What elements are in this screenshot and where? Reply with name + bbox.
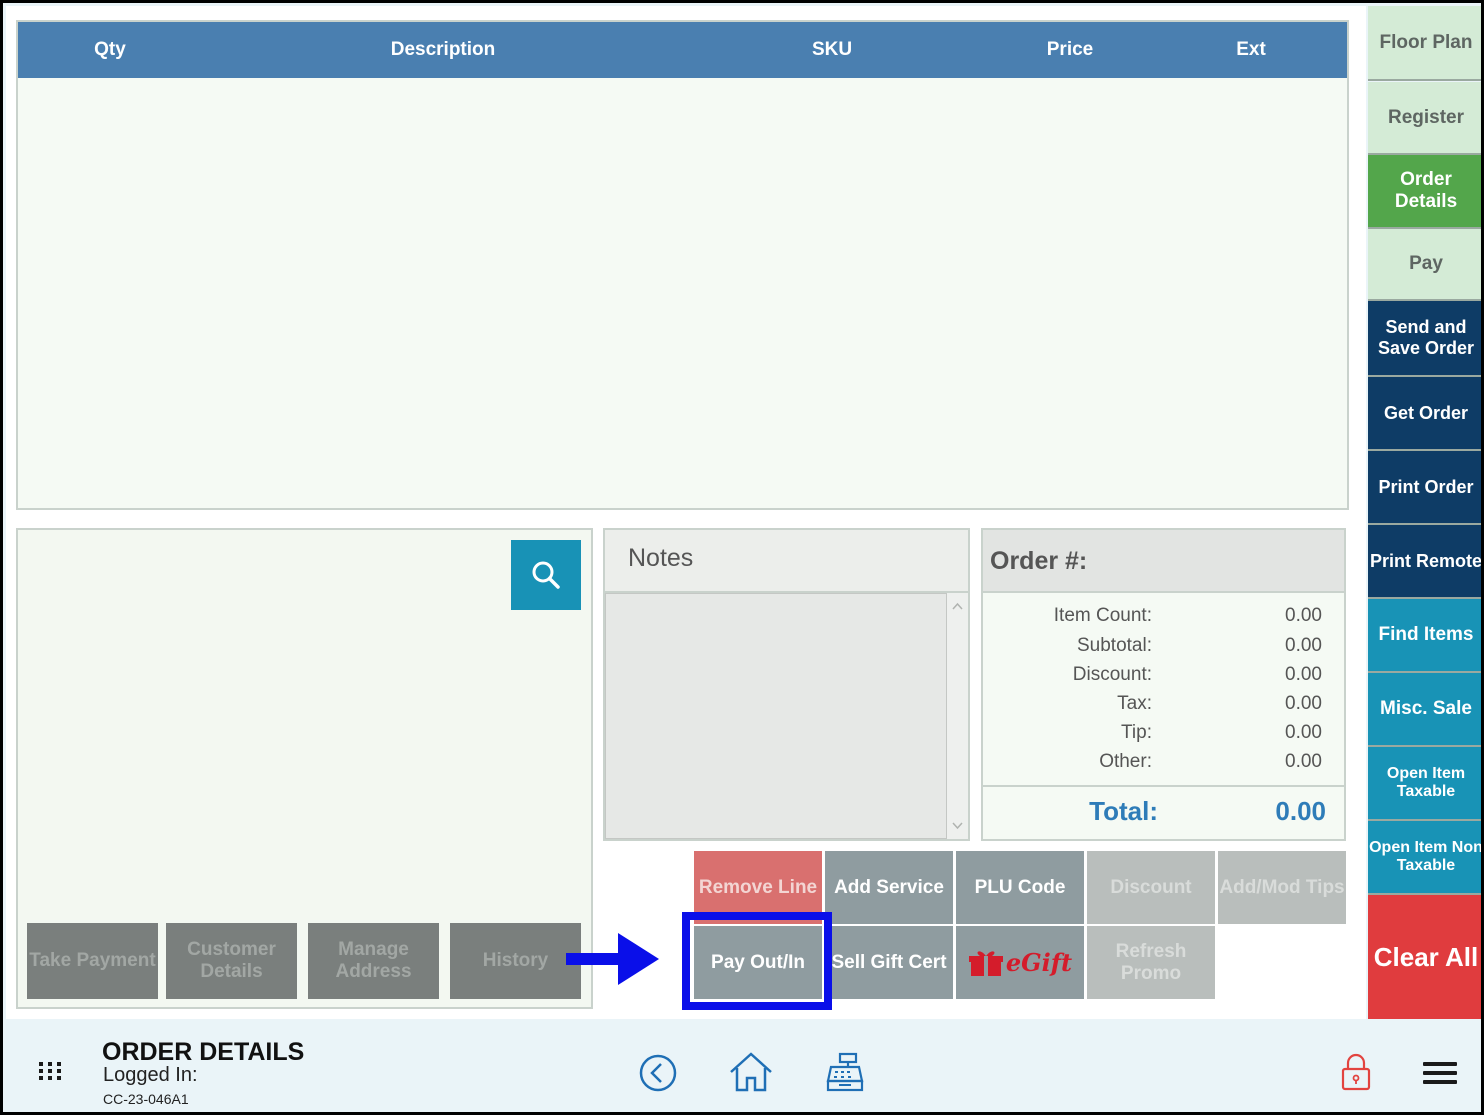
notes-scrollbar[interactable] bbox=[947, 593, 968, 839]
footer-bar: ORDER DETAILS Logged In: CC-23-046A1 bbox=[6, 1021, 1481, 1112]
order-items-table: Qty Description SKU Price Ext bbox=[16, 20, 1349, 510]
total-row-label: Other: bbox=[1099, 751, 1152, 772]
take-payment-button[interactable]: Take Payment bbox=[27, 923, 158, 999]
back-circle-icon bbox=[639, 1054, 677, 1092]
lock-button[interactable] bbox=[1334, 1049, 1378, 1095]
total-row-subtotal: Subtotal: 0.00 bbox=[983, 635, 1344, 663]
register-button[interactable]: Register bbox=[1368, 82, 1481, 155]
notes-panel: Notes bbox=[603, 528, 970, 841]
total-row-value: 0.00 bbox=[1285, 693, 1322, 714]
total-row-value: 0.00 bbox=[1285, 751, 1322, 772]
page-title: ORDER DETAILS bbox=[102, 1038, 305, 1066]
total-row-label: Discount: bbox=[1072, 664, 1152, 685]
order-details-button[interactable]: Order Details bbox=[1368, 155, 1481, 229]
back-button[interactable] bbox=[636, 1051, 680, 1095]
totals-divider bbox=[983, 785, 1344, 787]
column-header-qty: Qty bbox=[94, 39, 126, 60]
grand-total-label: Total: bbox=[1089, 796, 1158, 826]
customer-search-button[interactable] bbox=[511, 540, 581, 610]
grid-menu-button[interactable] bbox=[32, 1053, 68, 1089]
total-row-label: Item Count: bbox=[1053, 605, 1152, 626]
total-row-value: 0.00 bbox=[1285, 722, 1322, 743]
pay-button[interactable]: Pay bbox=[1368, 229, 1481, 301]
total-row-label: Tip: bbox=[1121, 722, 1152, 743]
total-row-item-count: Item Count: 0.00 bbox=[983, 605, 1344, 633]
hamburger-menu-icon bbox=[1423, 1062, 1457, 1084]
total-row-discount: Discount: 0.00 bbox=[983, 664, 1344, 692]
order-totals-panel: Order #: Item Count: 0.00 Subtotal: 0.00… bbox=[981, 528, 1346, 841]
print-order-button[interactable]: Print Order bbox=[1368, 451, 1481, 525]
open-item-taxable-button[interactable]: Open Item Taxable bbox=[1368, 747, 1481, 821]
egift-button[interactable]: eGift bbox=[956, 926, 1084, 999]
send-and-save-order-button[interactable]: Send and Save Order bbox=[1368, 301, 1481, 377]
discount-button[interactable]: Discount bbox=[1087, 851, 1215, 924]
column-header-description: Description bbox=[390, 39, 496, 60]
column-header-ext: Ext bbox=[1236, 39, 1266, 60]
get-order-button[interactable]: Get Order bbox=[1368, 377, 1481, 451]
grid-menu-icon bbox=[39, 1062, 61, 1080]
total-row-tax: Tax: 0.00 bbox=[983, 693, 1344, 721]
clear-all-button[interactable]: Clear All bbox=[1368, 895, 1481, 1019]
home-icon bbox=[730, 1052, 772, 1092]
print-remote-button[interactable]: Print Remote bbox=[1368, 525, 1481, 599]
floor-plan-button[interactable]: Floor Plan bbox=[1368, 6, 1481, 81]
column-header-price: Price bbox=[1046, 39, 1094, 60]
order-number-title: Order #: bbox=[983, 530, 1344, 593]
total-row-tip: Tip: 0.00 bbox=[983, 722, 1344, 750]
customer-panel: Take Payment Customer Details Manage Add… bbox=[16, 528, 593, 1009]
chevron-up-icon bbox=[952, 602, 963, 610]
add-mod-tips-button[interactable]: Add/Mod Tips bbox=[1218, 851, 1346, 924]
highlight-annotation-box bbox=[682, 912, 832, 1010]
station-id: CC-23-046A1 bbox=[103, 1091, 189, 1107]
app-frame: Qty Description SKU Price Ext Take Payme… bbox=[0, 0, 1484, 1115]
register-icon-button[interactable] bbox=[822, 1049, 868, 1095]
grand-total-value: 0.00 bbox=[1275, 796, 1326, 826]
plu-code-button[interactable]: PLU Code bbox=[956, 851, 1084, 924]
lock-icon bbox=[1341, 1053, 1371, 1091]
misc-sale-button[interactable]: Misc. Sale bbox=[1368, 673, 1481, 747]
total-row-value: 0.00 bbox=[1285, 664, 1322, 685]
gift-icon bbox=[968, 950, 1003, 976]
sell-gift-cert-button[interactable]: Sell Gift Cert bbox=[825, 926, 953, 999]
sidebar-nav: Floor Plan Register Order Details Pay Se… bbox=[1366, 6, 1481, 1019]
total-row-label: Subtotal: bbox=[1077, 635, 1152, 656]
find-items-button[interactable]: Find Items bbox=[1368, 599, 1481, 673]
notes-textarea[interactable] bbox=[605, 593, 947, 839]
main-menu-button[interactable] bbox=[1418, 1051, 1462, 1095]
total-row-label: Tax: bbox=[1117, 693, 1152, 714]
customer-details-button[interactable]: Customer Details bbox=[166, 923, 297, 999]
home-button[interactable] bbox=[727, 1049, 775, 1095]
refresh-promo-button[interactable]: Refresh Promo bbox=[1087, 926, 1215, 999]
total-row-value: 0.00 bbox=[1285, 605, 1322, 626]
open-item-non-taxable-button[interactable]: Open Item Non Taxable bbox=[1368, 821, 1481, 895]
arrow-right-icon bbox=[566, 933, 659, 985]
cash-register-icon bbox=[826, 1052, 864, 1092]
history-button[interactable]: History bbox=[450, 923, 581, 999]
manage-address-button[interactable]: Manage Address bbox=[308, 923, 439, 999]
notes-title: Notes bbox=[605, 530, 968, 593]
egift-label: eGift bbox=[1005, 947, 1073, 977]
table-header: Qty Description SKU Price Ext bbox=[18, 22, 1347, 78]
search-icon bbox=[532, 561, 560, 589]
column-header-sku: SKU bbox=[811, 39, 853, 60]
total-row-value: 0.00 bbox=[1285, 635, 1322, 656]
chevron-down-icon bbox=[952, 822, 963, 830]
total-row-other: Other: 0.00 bbox=[983, 751, 1344, 779]
add-service-button[interactable]: Add Service bbox=[825, 851, 953, 924]
logged-in-label: Logged In: bbox=[103, 1064, 198, 1086]
